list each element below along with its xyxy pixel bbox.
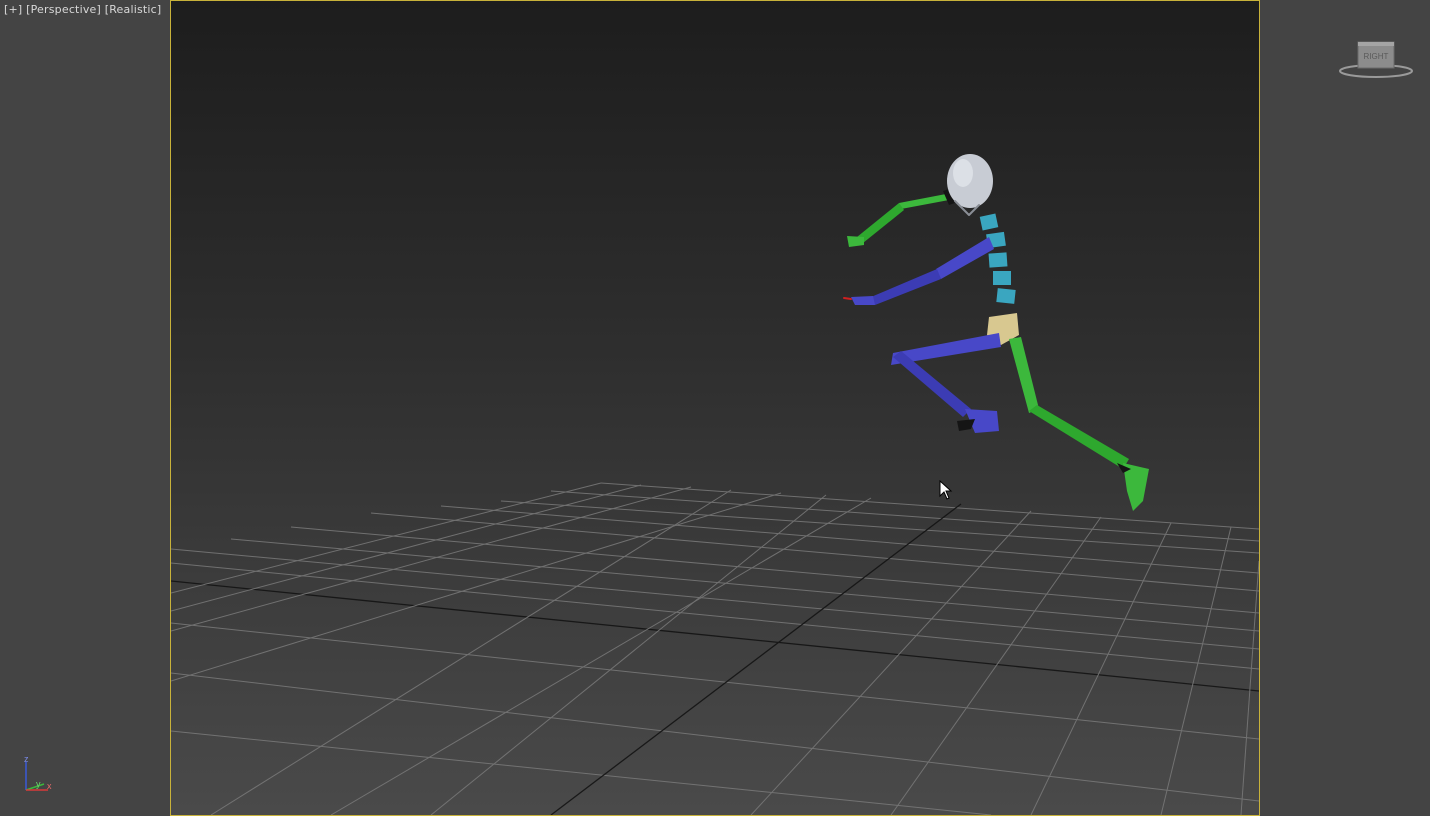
viewport-shading-menu[interactable]: [Realistic] <box>105 3 162 16</box>
left-shin[interactable] <box>1029 405 1129 469</box>
axis-tripod-icon: z y x <box>24 754 52 791</box>
axis-z-label: z <box>24 754 29 764</box>
mouse-cursor-icon <box>939 480 953 500</box>
viewport-view-menu[interactable]: [Perspective] <box>26 3 101 16</box>
left-hand[interactable] <box>847 236 864 247</box>
home-grid <box>171 482 1259 815</box>
scene-canvas <box>171 154 1259 815</box>
viewport-menu-plus[interactable]: [+] <box>4 3 22 16</box>
axis-x-label: x <box>47 781 52 791</box>
viewport-label[interactable]: [+] [Perspective] [Realistic] <box>4 3 161 16</box>
right-forearm[interactable] <box>871 269 941 305</box>
right-shin[interactable] <box>893 351 971 417</box>
left-upper-arm[interactable] <box>899 194 949 209</box>
viewcube-icon[interactable]: RIGHT <box>1338 38 1414 82</box>
viewcube-face-label: RIGHT <box>1364 52 1389 61</box>
right-upper-arm[interactable] <box>936 237 994 279</box>
biped-skeleton[interactable] <box>843 154 1149 511</box>
right-hand[interactable] <box>851 296 875 305</box>
left-forearm[interactable] <box>857 203 904 243</box>
axis-y-label: y <box>36 779 41 789</box>
left-thigh[interactable] <box>1009 337 1039 413</box>
spine[interactable] <box>979 213 1016 304</box>
perspective-viewport[interactable] <box>170 0 1260 816</box>
